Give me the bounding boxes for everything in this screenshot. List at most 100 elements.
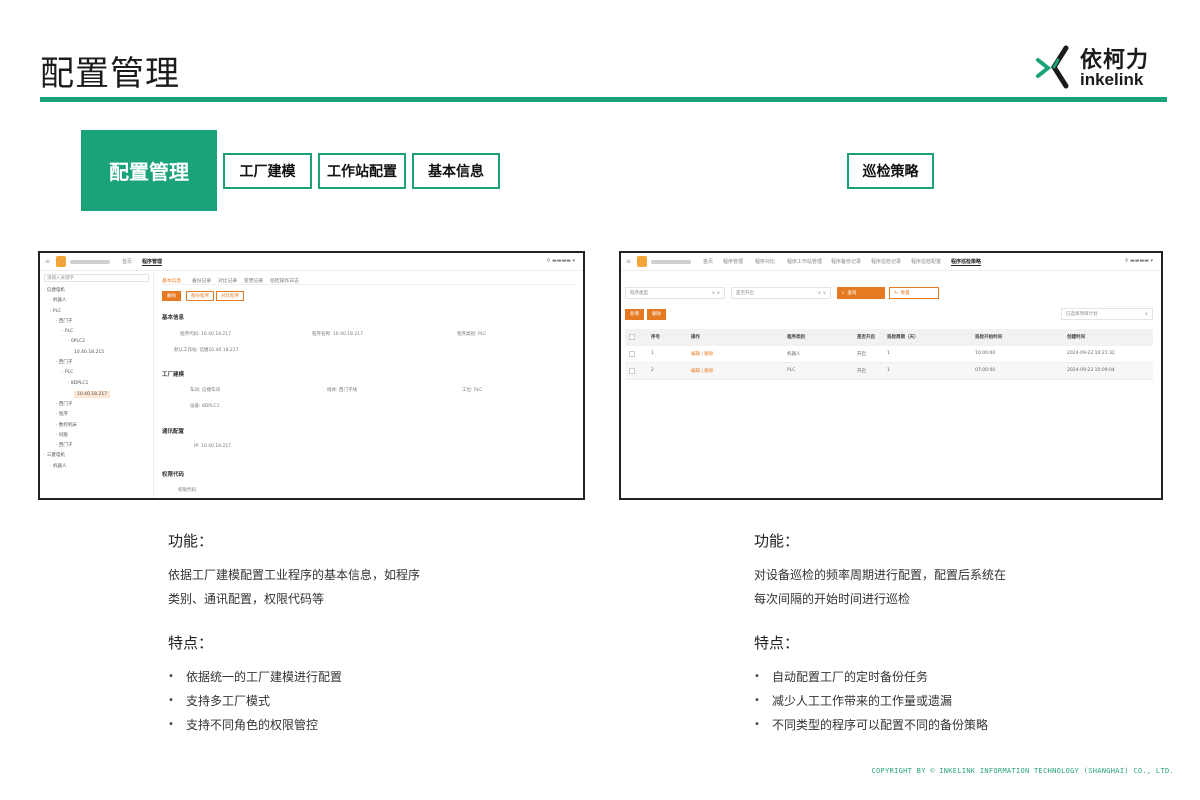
permission-code-field: 权限代码 [178, 488, 196, 493]
nav-tab-program[interactable]: 程序管理 [142, 258, 163, 266]
plan-select-label: 已选择项目计划 [1066, 312, 1098, 317]
strategy-panel: 程序类型 × ∨ 是否开启 × ∨ ⌕ 查询 ↻ 重置 新增 删除 已选择项目计… [621, 271, 1161, 498]
tree-node[interactable]: · 程序 [44, 410, 149, 420]
add-button[interactable]: 新增 [625, 309, 644, 320]
table-row[interactable]: 2 编辑 | 删除 PLC 开启 1 07:00:00 2024-09-23 1… [625, 363, 1153, 380]
tree-node[interactable]: · 伺服 [44, 431, 149, 441]
menu-icon[interactable]: ≡ [626, 258, 631, 265]
module-inspection-strategy[interactable]: 巡检策略 [847, 153, 934, 189]
tree-node[interactable]: · 8DPLC1 [44, 379, 149, 389]
user-menu[interactable]: ⚲ ▬▬▬▬ ▾ [1125, 258, 1153, 264]
row-actions[interactable]: 编辑 | 删除 [691, 368, 713, 374]
inkelink-logo-icon [1036, 45, 1069, 89]
nav-tab-program[interactable]: 程序管理 [723, 258, 743, 265]
tab-inspection-log[interactable]: 巡检操作日志 [270, 277, 299, 284]
col-ops: 操作 [691, 335, 700, 340]
tree-node[interactable]: · 西门子 [44, 441, 149, 451]
module-basic-info[interactable]: 基本信息 [412, 153, 500, 189]
section-permission-code: 权限代码 [162, 472, 185, 478]
function-title: 功能： [168, 532, 214, 550]
program-name-field: 程序名称: 10.40.18.217 [312, 332, 364, 337]
reset-button[interactable]: ↻ 重置 [889, 287, 939, 299]
tab-basic-info[interactable]: 基本信息 [162, 277, 181, 284]
tree-node[interactable]: · 三菱电机 [44, 451, 149, 461]
tab-change-records[interactable]: 变更记录 [244, 277, 263, 284]
clear-dropdown-icon[interactable]: × ∨ [818, 288, 827, 299]
delete-button[interactable]: 删除 [162, 291, 181, 301]
clear-dropdown-icon[interactable]: × ∨ [712, 288, 721, 299]
row-actions[interactable]: 编辑 | 删除 [691, 351, 713, 357]
program-type-label: 程序类型 [630, 291, 648, 296]
page-title: 配置管理 [40, 54, 180, 94]
col-cycle: 巡检周期（天） [887, 335, 919, 340]
tree-node[interactable]: · PLC [44, 368, 149, 378]
program-type-select[interactable]: 程序类型 × ∨ [625, 287, 725, 299]
section-comm-config: 通讯配置 [162, 429, 185, 435]
tab-compare-records[interactable]: 对比记录 [218, 277, 237, 284]
user-menu[interactable]: ⚲ ▬▬▬▬ ▾ [547, 258, 575, 264]
section-factory-modeling: 工厂建模 [162, 372, 185, 378]
nav-tab-inspection-records[interactable]: 程序巡检记录 [871, 258, 901, 265]
select-all-checkbox[interactable] [629, 334, 635, 340]
tree-node[interactable]: · 0PLC2 [44, 337, 149, 347]
detail-tabs: 基本信息 备份记录 对比记录 变更记录 巡检操作日志 [162, 275, 577, 285]
plan-select[interactable]: 已选择项目计划 ∨ [1061, 308, 1153, 320]
redacted-app-name [651, 260, 691, 264]
tree-node[interactable]: 10.40.18.217 [74, 390, 111, 398]
nav-tab-workstation[interactable]: 程序工作站管理 [787, 258, 822, 265]
tree-node[interactable]: · PLC [44, 327, 149, 337]
nav-tab-home[interactable]: 首页 [703, 258, 713, 265]
nav-tab-backup-records[interactable]: 程序备份记录 [831, 258, 861, 265]
nav-tab-compare[interactable]: 程序对比 [755, 258, 775, 265]
col-created: 创建时间 [1067, 335, 1085, 340]
nav-tab-inspection-config[interactable]: 程序巡检配置 [911, 258, 941, 265]
line-field: 线体: 西门子线 [327, 388, 357, 393]
tree-node[interactable]: · 西门子 [44, 317, 149, 327]
feature-item: 依据统一的工厂建模进行配置 [168, 665, 498, 689]
col-start-time: 巡检开始时间 [975, 335, 1002, 340]
menu-icon[interactable]: ≡ [45, 258, 50, 265]
tree-node[interactable]: · 西门子 [44, 358, 149, 368]
tree-node[interactable]: · 西门子 [44, 400, 149, 410]
delete-button[interactable]: 删除 [647, 309, 666, 320]
tree-node[interactable]: · 机器人 [44, 462, 149, 472]
ip-field: IP: 10.40.18.217 [194, 444, 232, 449]
tree-node[interactable]: · 数控机床 [44, 421, 149, 431]
feature-item: 支持不同角色的权限管控 [168, 713, 498, 737]
workshop-field: 车间: 信捷车间 [190, 388, 220, 393]
nav-tab-home[interactable]: 首页 [122, 258, 132, 265]
compare-program-button[interactable]: 对比程序 [216, 291, 244, 301]
inspection-description: 功能： 对设备巡检的频率周期进行配置，配置后系统在 每次间隔的开始时间进行巡检 … [754, 530, 1084, 737]
module-config-management[interactable]: 配置管理 [81, 130, 217, 211]
module-workstation-config[interactable]: 工作站配置 [318, 153, 406, 189]
query-label: 查询 [847, 291, 857, 296]
brand-logo: 依柯力 inkelink [1034, 40, 1166, 92]
row-checkbox[interactable] [629, 368, 635, 374]
query-button[interactable]: ⌕ 查询 [837, 287, 885, 299]
row-cycle: 1 [887, 351, 890, 356]
nav-tab-inspection-strategy[interactable]: 程序巡检策略 [951, 258, 982, 266]
feature-item: 不同类型的程序可以配置不同的备份策略 [754, 713, 1084, 737]
redacted-app-name [70, 260, 110, 264]
function-text-line: 类别、通讯配置，权限代码等 [168, 592, 325, 606]
function-text-line: 依据工厂建模配置工业程序的基本信息，如程序 [168, 568, 421, 582]
feature-item: 支持多工厂模式 [168, 689, 498, 713]
config-screenshot: ≡ 首页 程序管理 ⚲ ▬▬▬▬ ▾ 请输入关键字 · 信捷电机 · 机器人 · P… [38, 251, 585, 500]
device-field: 设备: 8DPLC1 [190, 404, 220, 409]
tree-search-input[interactable]: 请输入关键字 [44, 274, 149, 282]
tab-backup-records[interactable]: 备份记录 [192, 277, 211, 284]
app-logo-icon [637, 256, 647, 267]
col-no: 序号 [651, 335, 660, 340]
enabled-select[interactable]: 是否开启 × ∨ [731, 287, 831, 299]
tree-node[interactable]: · PLC [44, 307, 149, 317]
row-checkbox[interactable] [629, 351, 635, 357]
tree-node[interactable]: · 信捷电机 [44, 286, 149, 296]
table-row[interactable]: 1 编辑 | 删除 机器人 开启 1 10:00:00 2024-09-23 1… [625, 346, 1153, 363]
module-factory-modeling[interactable]: 工厂建模 [223, 153, 312, 189]
copyright-notice: COPYRIGHT BY © INKELINK INFORMATION TECH… [871, 767, 1174, 775]
detail-panel: 基本信息 备份记录 对比记录 变更记录 巡检操作日志 删除 备份程序 对比程序 … [162, 275, 577, 498]
backup-program-button[interactable]: 备份程序 [186, 291, 214, 301]
tree-node[interactable]: 10.40.18.215 [44, 348, 149, 358]
tree-node[interactable]: · 机器人 [44, 296, 149, 306]
program-type-field: 程序类别: PLC [457, 332, 487, 337]
